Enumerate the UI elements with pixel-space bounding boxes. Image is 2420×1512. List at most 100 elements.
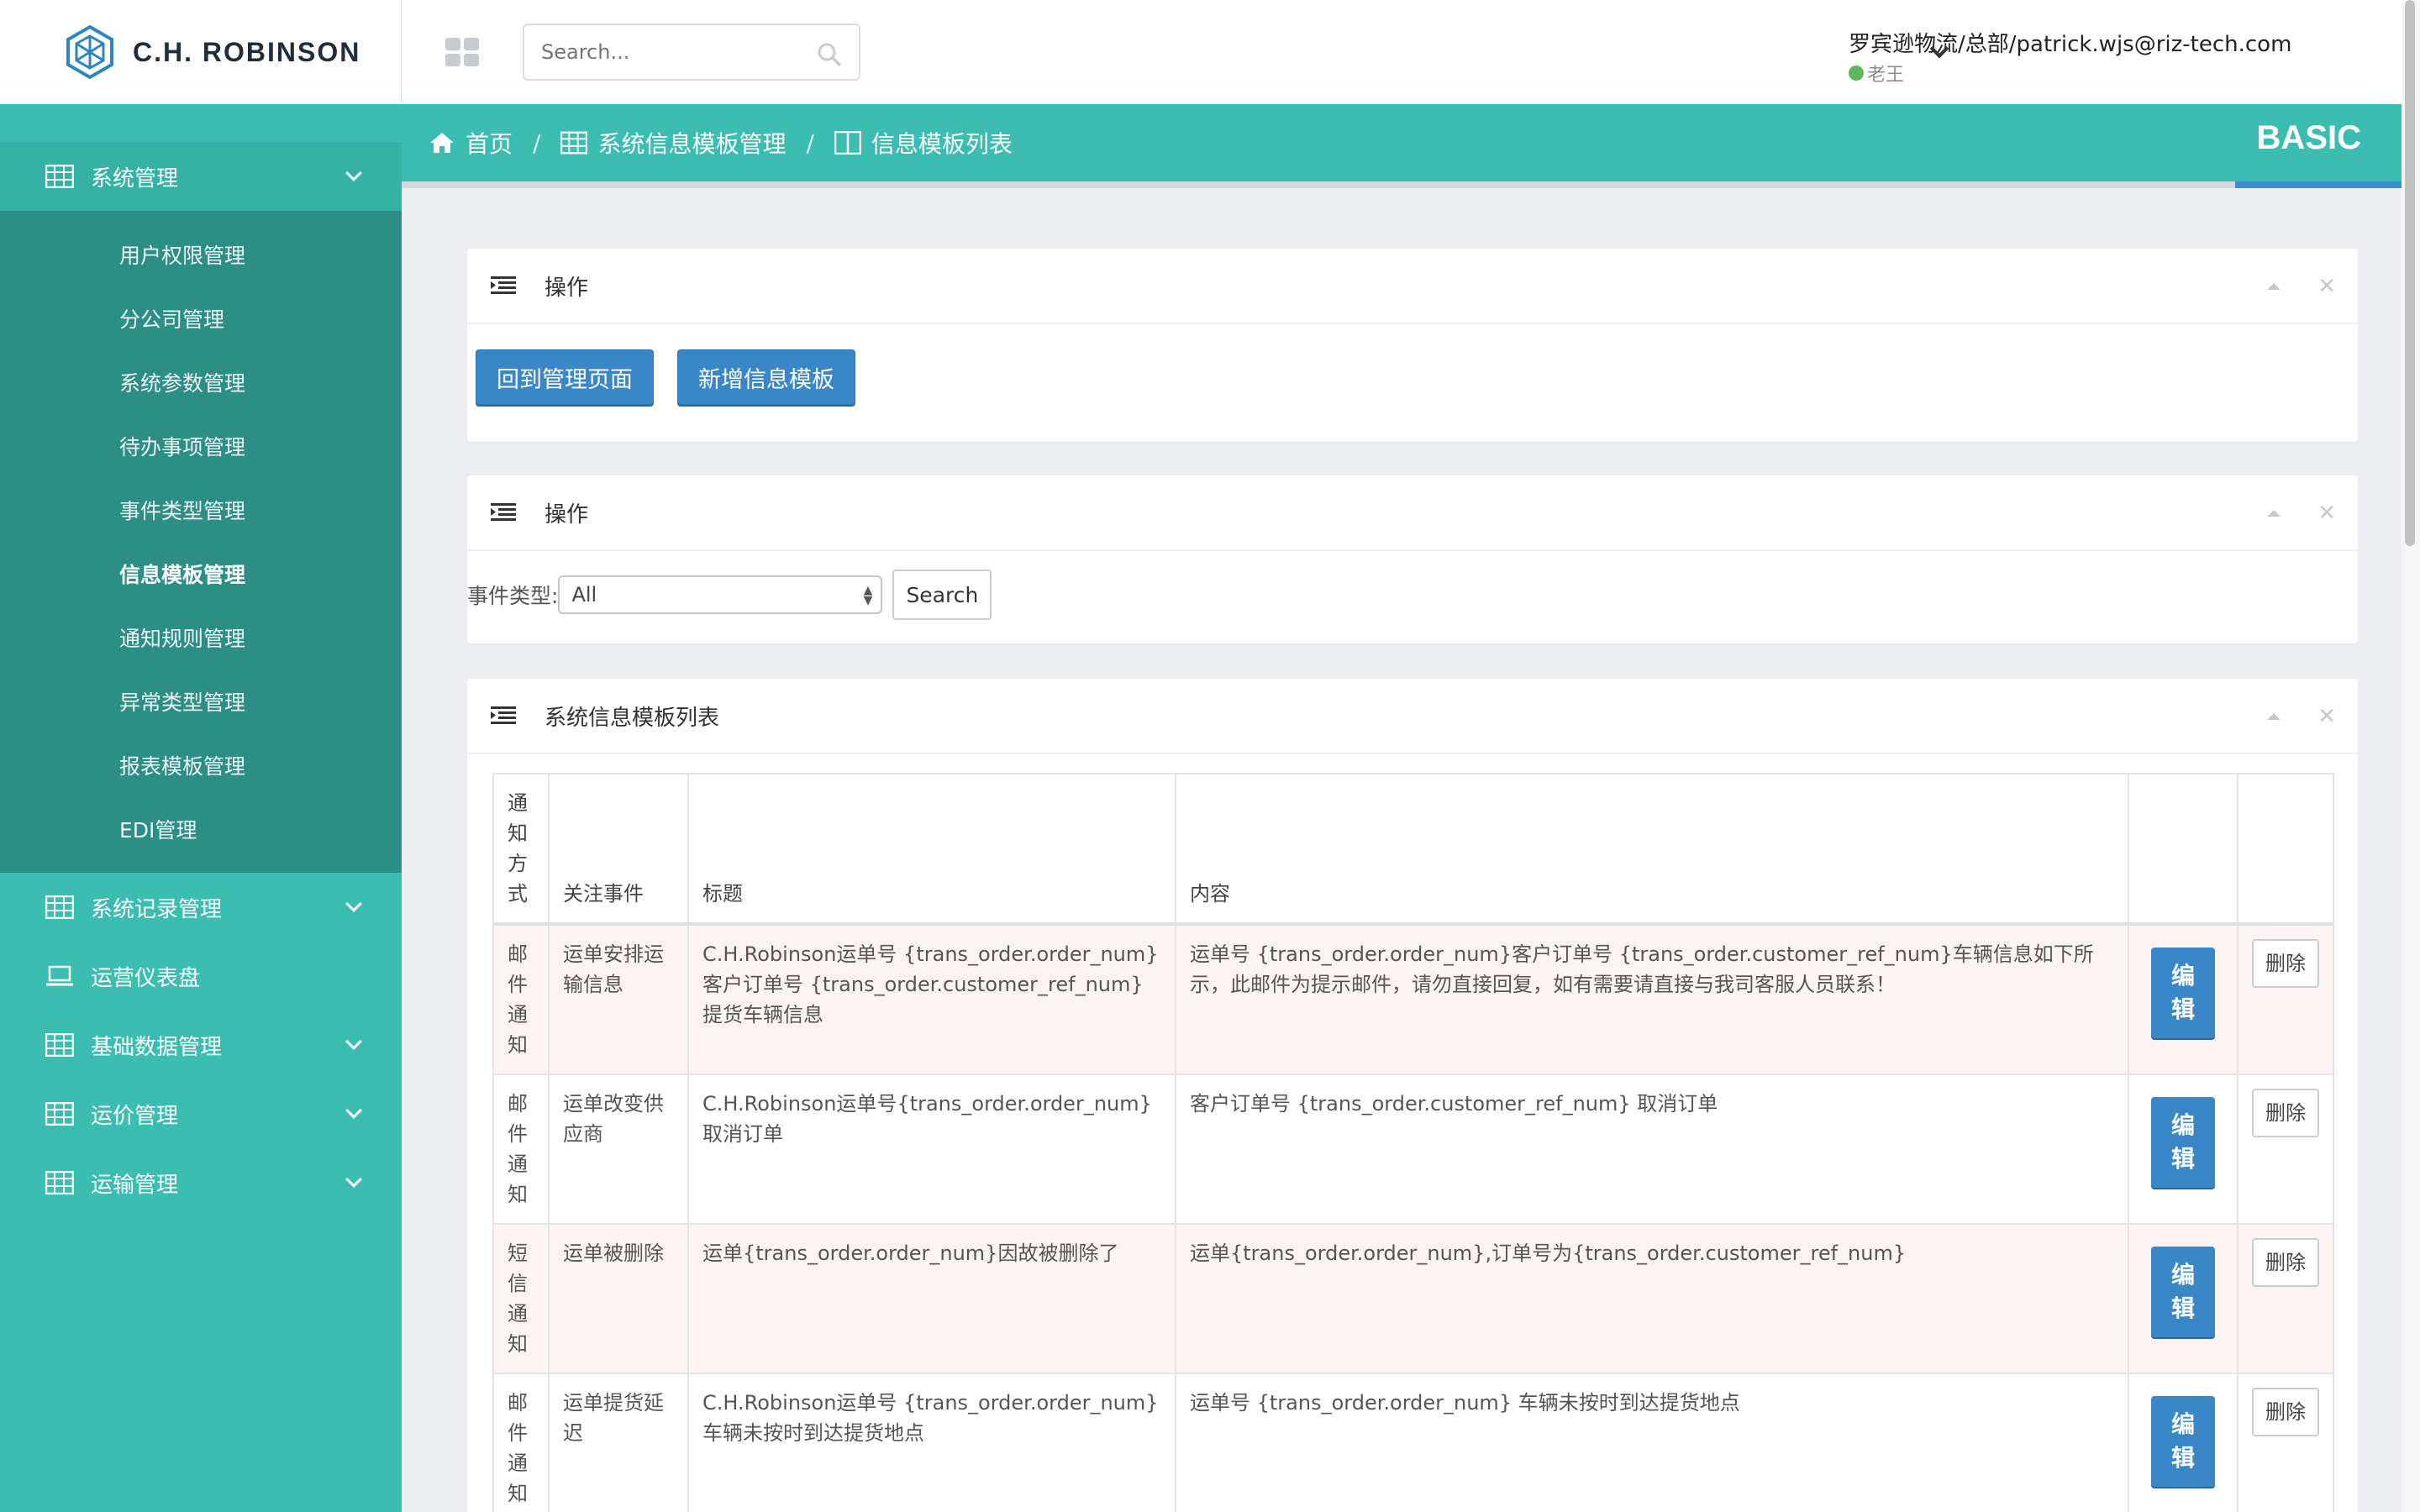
robinson-logo-icon [66, 24, 113, 80]
close-icon[interactable]: ✕ [2317, 706, 2336, 727]
table-icon [45, 1033, 74, 1057]
breadcrumb-home-label: 首页 [466, 130, 513, 158]
button-row: 回到管理页面 新增信息模板 [467, 324, 2358, 430]
table-header-row: 通知方式 关注事件 标题 内容 [492, 773, 2334, 926]
chevron-down-icon [345, 165, 362, 181]
panel-title: 操作 [544, 501, 589, 528]
select-arrows-icon: ▲ ▼ [863, 584, 873, 607]
cell-edit: 编辑 [2128, 1223, 2238, 1374]
submenu-item-exception-types[interactable]: 异常类型管理 [0, 669, 402, 733]
global-search[interactable] [523, 24, 860, 81]
panel-tools: ✕ [2267, 502, 2336, 524]
cell-content: 运单{trans_order.order_num},订单号为{trans_ord… [1175, 1223, 2129, 1374]
collapse-icon[interactable] [2267, 283, 2281, 290]
submenu-item-message-templates[interactable]: 信息模板管理 [0, 542, 402, 606]
cell-text: 邮件通知 [508, 942, 528, 1057]
panel-tools: ✕ [2267, 706, 2336, 727]
search-icon[interactable] [817, 42, 842, 67]
table-icon [560, 131, 588, 155]
back-to-management-button[interactable]: 回到管理页面 [476, 349, 654, 405]
chevron-down-icon [345, 1102, 362, 1119]
cell-notify-mode: 邮件通知 [492, 1074, 550, 1225]
user-menu[interactable]: 罗宾逊物流/总部/patrick.wjs@riz-tech.com 老王 [1849, 27, 2291, 87]
delete-button[interactable]: 删除 [2252, 1089, 2319, 1137]
edit-button[interactable]: 编辑 [2151, 1247, 2215, 1337]
submenu-item-user-permissions[interactable]: 用户权限管理 [0, 223, 402, 286]
submenu-item-branch[interactable]: 分公司管理 [0, 286, 402, 350]
delete-button[interactable]: 删除 [2252, 1238, 2319, 1287]
cell-notify-mode: 邮件通知 [492, 1373, 550, 1512]
event-type-select[interactable]: All ▲ ▼ [558, 575, 883, 614]
sidebar-item-system-management[interactable]: 系统管理 [0, 142, 402, 211]
delete-button[interactable]: 删除 [2252, 939, 2319, 988]
cell-text: 短信通知 [508, 1242, 528, 1356]
chevron-down-icon [345, 895, 362, 912]
close-icon[interactable]: ✕ [2317, 502, 2336, 524]
close-icon[interactable]: ✕ [2317, 276, 2336, 297]
submenu-item-report-templates[interactable]: 报表模板管理 [0, 733, 402, 797]
submenu-item-todo[interactable]: 待办事项管理 [0, 414, 402, 478]
online-status-icon [1849, 66, 1864, 81]
table-row: 邮件通知 运单提货延迟 C.H.Robinson运单号 {trans_order… [492, 1373, 2334, 1512]
header-notify-mode: 通知方式 [492, 773, 550, 926]
sidebar-item-transport[interactable]: 运输管理 [0, 1148, 402, 1217]
scrollbar-thumb[interactable] [2405, 0, 2415, 546]
breadcrumb-separator: / [533, 129, 541, 157]
submenu-item-edi[interactable]: EDI管理 [0, 797, 402, 861]
search-button[interactable]: Search [892, 570, 992, 620]
add-template-button[interactable]: 新增信息模板 [677, 349, 855, 405]
edit-button[interactable]: 编辑 [2151, 948, 2215, 1038]
cell-event: 运单安排运输信息 [548, 923, 689, 1075]
sidebar-item-label: 基础数据管理 [91, 1034, 223, 1060]
submenu-item-event-types[interactable]: 事件类型管理 [0, 478, 402, 542]
panel-header: 系统信息模板列表 ✕ [467, 679, 2358, 754]
sidebar-item-label: 运价管理 [91, 1103, 179, 1129]
chevron-down-icon [345, 1171, 362, 1188]
header-delete [2237, 773, 2334, 926]
collapse-icon[interactable] [2267, 713, 2281, 720]
header-title: 标题 [687, 773, 1176, 926]
cell-title: C.H.Robinson运单号 {trans_order.order_num} … [687, 1373, 1176, 1512]
sidebar: C.H. ROBINSON 系统管理 用户权限管理 分公司管理 系统参数管理 待… [0, 0, 402, 1512]
header-event: 关注事件 [548, 773, 689, 926]
cell-title: C.H.Robinson运单号{trans_order.order_num} 取… [687, 1074, 1176, 1225]
sidebar-item-master-data[interactable]: 基础数据管理 [0, 1011, 402, 1079]
filter-row: 事件类型: All ▲ ▼ Search [467, 551, 2358, 620]
edit-button[interactable]: 编辑 [2151, 1396, 2215, 1487]
table-row: 邮件通知 运单改变供应商 C.H.Robinson运单号{trans_order… [492, 1074, 2334, 1225]
home-icon [430, 133, 454, 153]
panel-header: 操作 ✕ [467, 249, 2358, 324]
submenu-item-system-params[interactable]: 系统参数管理 [0, 350, 402, 414]
event-type-label: 事件类型: [467, 584, 559, 608]
logo-bar: C.H. ROBINSON [0, 0, 402, 104]
submenu-item-notification-rules[interactable]: 通知规则管理 [0, 606, 402, 669]
delete-button[interactable]: 删除 [2252, 1388, 2319, 1436]
list-icon [491, 276, 516, 294]
sidebar-item-ops-dashboard[interactable]: 运营仪表盘 [0, 942, 402, 1011]
cell-edit: 编辑 [2128, 1074, 2238, 1225]
cell-edit: 编辑 [2128, 1373, 2238, 1512]
breadcrumb-section-label: 系统信息模板管理 [597, 130, 786, 158]
breadcrumb: 首页 / 系统信息模板管理 / 信息模板列表 BASIC [402, 104, 2402, 181]
collapse-icon[interactable] [2267, 510, 2281, 517]
cell-content: 运单号 {trans_order.order_num}客户订单号 {trans_… [1175, 923, 2129, 1075]
page-scrollbar[interactable] [2402, 0, 2420, 1512]
edit-button[interactable]: 编辑 [2151, 1097, 2215, 1188]
breadcrumb-home[interactable]: 首页 [429, 126, 513, 160]
sidebar-item-system-records[interactable]: 系统记录管理 [0, 873, 402, 942]
header-content: 内容 [1175, 773, 2129, 926]
breadcrumb-underline [402, 181, 2402, 188]
cell-title: 运单{trans_order.order_num}因故被删除了 [687, 1223, 1176, 1374]
search-input[interactable] [541, 40, 810, 64]
user-role: 老王 [1867, 65, 1905, 86]
table-icon [45, 1102, 74, 1126]
breadcrumb-section[interactable]: 系统信息模板管理 [560, 126, 786, 160]
cell-text: 邮件通知 [508, 1391, 528, 1505]
cell-delete: 删除 [2237, 1223, 2334, 1374]
sidebar-item-freight-rates[interactable]: 运价管理 [0, 1079, 402, 1148]
top-bar: 罗宾逊物流/总部/patrick.wjs@riz-tech.com 老王 [402, 0, 2402, 104]
template-table: 通知方式 关注事件 标题 内容 邮件通知 运单安排运输信息 C.H.Robins… [492, 773, 2334, 1512]
apps-grid-icon[interactable] [445, 38, 479, 66]
header-label: 通知方式 [508, 791, 528, 906]
cell-text: 邮件通知 [508, 1092, 528, 1206]
